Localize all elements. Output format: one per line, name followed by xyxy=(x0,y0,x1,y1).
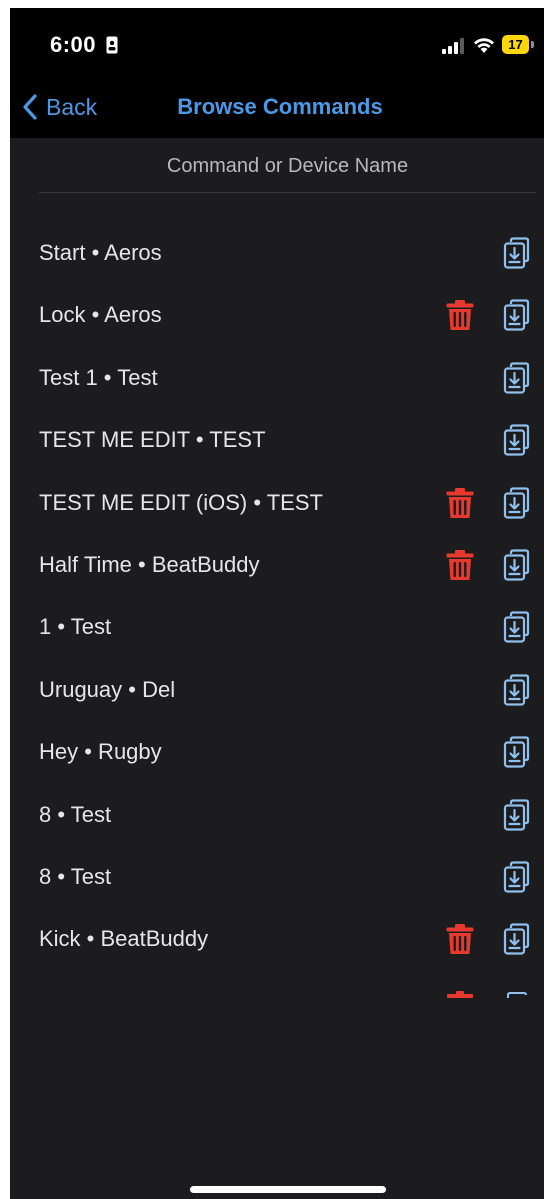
command-label: TEST ME EDIT (iOS) • TEST xyxy=(39,489,323,515)
command-row[interactable]: 1 • Test xyxy=(10,597,544,659)
copy-download-icon[interactable] xyxy=(502,923,530,955)
home-indicator xyxy=(190,1186,386,1193)
trash-icon xyxy=(447,991,473,998)
command-label: Test 1 • Test xyxy=(39,364,158,390)
command-row[interactable]: 8 • Test xyxy=(10,847,544,909)
search-input[interactable]: Command or Device Name xyxy=(39,148,536,193)
command-label: 8 • Test xyxy=(39,801,112,827)
status-bar: 6:00 17 xyxy=(10,8,544,80)
copy-download-icon[interactable] xyxy=(502,424,530,456)
copy-download-icon[interactable] xyxy=(502,736,530,768)
cellular-signal-icon xyxy=(442,38,464,54)
copy-download-icon[interactable] xyxy=(502,299,530,331)
wifi-icon xyxy=(474,38,494,53)
command-label: Start • Aeros xyxy=(39,240,162,265)
battery-level: 17 xyxy=(502,35,529,54)
battery-indicator: 17 xyxy=(502,35,534,54)
back-label: Back xyxy=(46,93,98,120)
partially-visible-row xyxy=(10,986,544,998)
trash-icon[interactable] xyxy=(446,923,474,955)
copy-download-icon[interactable] xyxy=(502,674,530,706)
copy-download-icon[interactable] xyxy=(502,611,530,643)
command-row[interactable]: TEST ME EDIT (iOS) • TEST xyxy=(10,473,544,535)
chevron-left-icon xyxy=(23,94,37,120)
command-row[interactable]: Lock • Aeros xyxy=(10,285,544,347)
command-label: Kick • BeatBuddy xyxy=(39,926,209,952)
command-row[interactable]: Test 1 • Test xyxy=(10,348,544,410)
command-row[interactable]: Half Time • BeatBuddy xyxy=(10,535,544,597)
command-row[interactable]: Kick • BeatBuddy xyxy=(10,909,544,971)
back-button[interactable]: Back xyxy=(22,90,97,124)
status-time: 6:00 xyxy=(50,32,97,57)
command-label: Uruguay • Del xyxy=(39,676,176,702)
command-label: 1 • Test xyxy=(39,614,112,640)
phone-screen: 6:00 17 Back Browse Commands Command or … xyxy=(10,8,544,1199)
contact-card-icon xyxy=(106,36,118,54)
command-row[interactable]: 8 • Test xyxy=(10,785,544,847)
copy-download-icon[interactable] xyxy=(502,237,530,269)
command-label: Half Time • BeatBuddy xyxy=(39,552,260,577)
trash-icon[interactable] xyxy=(446,299,474,331)
trash-icon[interactable] xyxy=(446,549,474,581)
battery-cap xyxy=(531,41,534,48)
command-row[interactable]: Hey • Rugby xyxy=(10,722,544,784)
command-row[interactable]: Uruguay • Del xyxy=(10,660,544,722)
page-title: Browse Commands xyxy=(177,94,383,119)
copy-download-icon[interactable] xyxy=(502,486,530,519)
trash-icon[interactable] xyxy=(446,487,474,519)
copy-download-icon xyxy=(507,992,527,998)
command-row[interactable]: TEST ME EDIT • TEST xyxy=(10,410,544,472)
navigation-bar: Back Browse Commands xyxy=(10,80,544,138)
command-row[interactable]: Start • Aeros xyxy=(10,223,544,285)
copy-download-icon[interactable] xyxy=(502,362,530,394)
command-label: TEST ME EDIT • TEST xyxy=(39,427,266,453)
copy-download-icon[interactable] xyxy=(502,798,530,831)
command-label: 8 • Test xyxy=(39,864,112,889)
copy-download-icon[interactable] xyxy=(502,861,530,893)
copy-download-icon[interactable] xyxy=(502,549,530,581)
command-label: Hey • Rugby xyxy=(39,739,162,765)
command-label: Lock • Aeros xyxy=(39,302,162,328)
